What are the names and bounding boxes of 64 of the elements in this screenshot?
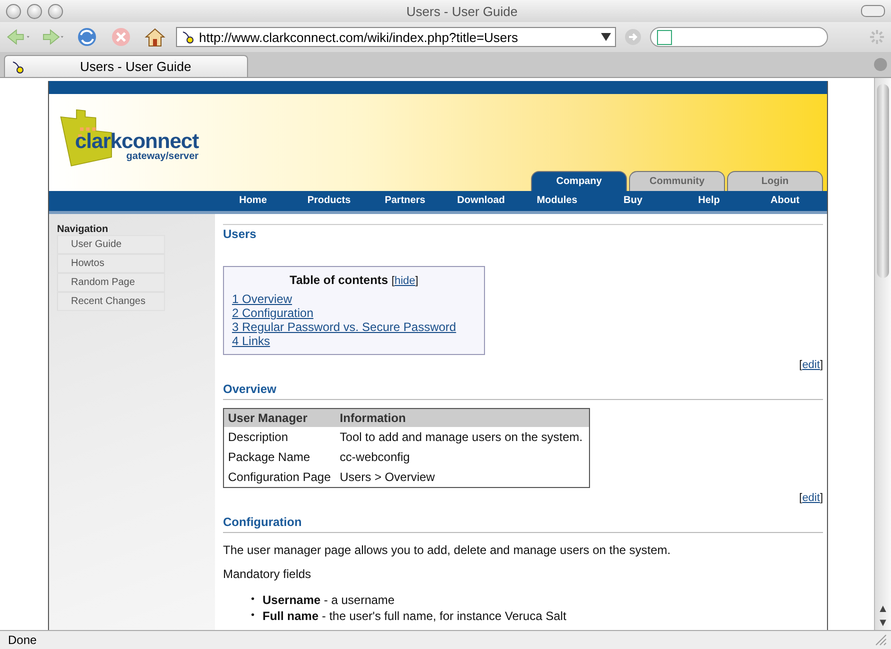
bullet: • — [251, 593, 255, 607]
table-cell: Tool to add and manage users on the system. — [336, 427, 590, 447]
close-window-button[interactable] — [6, 4, 21, 18]
table-cell: Package Name — [224, 447, 336, 467]
table-cell: Users > Overview — [336, 467, 590, 488]
column-header: Information — [336, 408, 590, 427]
nav-link[interactable]: Download — [443, 191, 519, 211]
site-tab[interactable]: Login — [727, 171, 823, 191]
sidebar-item[interactable]: Random Page — [57, 273, 165, 292]
bullet: • — [251, 609, 255, 623]
page-icon — [181, 30, 195, 44]
paragraph: Mandatory fields — [223, 567, 312, 581]
window-title: Users - User Guide — [405, 4, 519, 18]
section-heading: Configuration — [223, 515, 823, 533]
nav-link[interactable]: Buy — [595, 191, 671, 211]
scroll-down-button[interactable]: ▼ — [878, 616, 888, 630]
nav-link[interactable]: Products — [291, 191, 367, 211]
sidebar-item[interactable]: Howtos — [57, 254, 165, 273]
table-cell: cc-webconfig — [336, 447, 590, 467]
page-title: Users — [223, 224, 823, 244]
list-item: Username - a username — [262, 593, 395, 607]
scroll-thumb[interactable] — [877, 84, 889, 278]
browser-tab[interactable]: Users - User Guide — [4, 55, 248, 77]
close-tab-icon[interactable] — [874, 58, 887, 71]
dropdown-arrow-icon[interactable] — [601, 33, 611, 41]
edit-link[interactable]: [edit] — [799, 492, 823, 504]
site-tab[interactable]: Community — [629, 171, 725, 191]
vertical-scrollbar[interactable]: ▲ ▼ — [874, 78, 891, 630]
nav-link[interactable]: Partners — [367, 191, 443, 211]
status-text: Done — [8, 633, 38, 647]
zoom-window-button[interactable] — [48, 4, 63, 18]
nav-link[interactable]: Help — [671, 191, 747, 211]
sidebar-item[interactable]: Recent Changes — [57, 292, 165, 311]
home-icon[interactable] — [142, 26, 168, 48]
table-cell: Description — [224, 427, 336, 447]
page-icon — [11, 60, 25, 74]
address-field[interactable]: http://www.clarkconnect.com/wiki/index.php?title=Users — [176, 27, 616, 47]
list-item: Full name - the user's full name, for instance Veruca Salt — [262, 609, 566, 623]
sidebar-heading: Navigation — [57, 224, 110, 235]
nav-link[interactable]: Modules — [519, 191, 595, 211]
toc-title: Table of contents — [290, 273, 388, 287]
toc-link[interactable]: 3 Regular Password vs. Secure Password — [232, 320, 476, 334]
search-field[interactable] — [650, 27, 828, 47]
nav-link[interactable]: About — [747, 191, 823, 211]
back-arrow-icon[interactable] — [6, 26, 32, 48]
sidebar-item[interactable]: User Guide — [57, 235, 165, 254]
section-heading: Overview — [223, 382, 823, 400]
column-header: User Manager — [224, 408, 336, 427]
spinner-icon — [869, 29, 885, 45]
hide-link[interactable]: [hide] — [391, 275, 418, 287]
toc-link[interactable]: 4 Links — [232, 334, 476, 348]
site-tab[interactable]: Company — [531, 171, 627, 191]
table-cell: Configuration Page — [224, 467, 336, 488]
logo-tagline: gateway/server — [126, 152, 199, 162]
minimize-window-button[interactable] — [27, 4, 42, 18]
search-engine-icon[interactable] — [657, 30, 672, 44]
toc-link[interactable]: 1 Overview — [232, 292, 476, 306]
scroll-up-button[interactable]: ▲ — [878, 602, 888, 616]
paragraph: The user manager page allows you to add, delete and manage users on the system. — [223, 543, 672, 557]
nav-link[interactable]: Home — [215, 191, 291, 211]
toc-link[interactable]: 2 Configuration — [232, 306, 476, 320]
toolbar-toggle-button[interactable] — [861, 5, 885, 17]
resize-grip-icon[interactable] — [875, 634, 887, 646]
edit-link[interactable]: [edit] — [799, 359, 823, 371]
